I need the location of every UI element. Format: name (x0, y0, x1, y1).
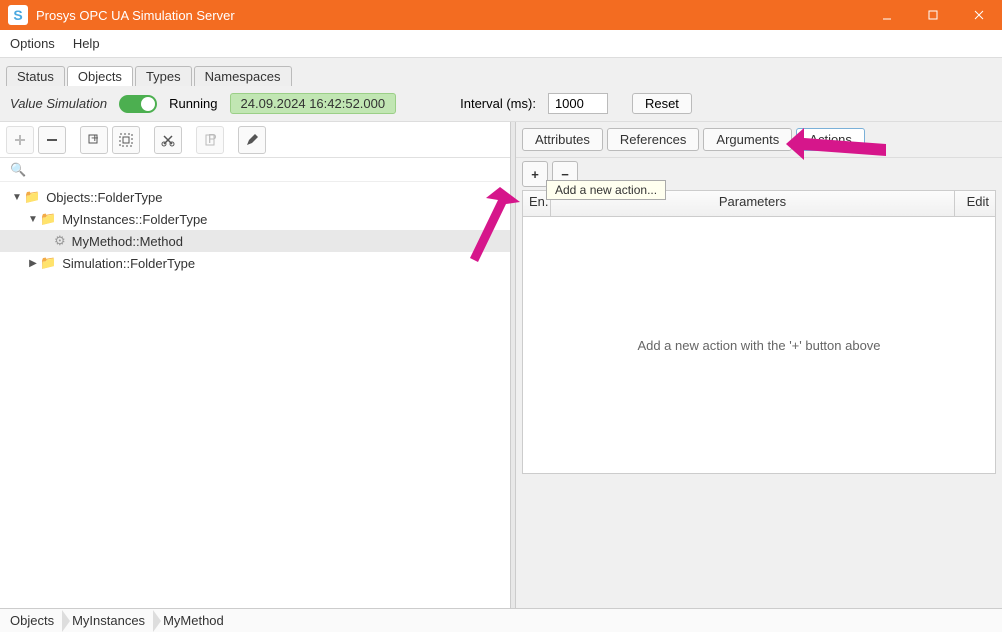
rtab-actions[interactable]: Actions (796, 128, 865, 151)
tree-view[interactable]: ▼ 📁 Objects::FolderType ▼ 📁 MyInstances:… (0, 182, 510, 608)
cut-button[interactable] (154, 126, 182, 154)
folder-icon: 📁 (40, 255, 56, 271)
interval-input[interactable] (548, 93, 608, 114)
copy-button[interactable]: + (80, 126, 108, 154)
tab-types[interactable]: Types (135, 66, 192, 86)
tree-item-label: Objects::FolderType (46, 190, 162, 205)
edit-button[interactable] (238, 126, 266, 154)
simulation-label: Value Simulation (10, 96, 107, 111)
tree-item-label: MyInstances::FolderType (62, 212, 207, 227)
simulation-timestamp: 24.09.2024 16:42:52.000 (230, 93, 397, 114)
breadcrumb-objects[interactable]: Objects (0, 610, 62, 632)
app-icon: S (8, 5, 28, 25)
minimize-button[interactable] (864, 0, 910, 30)
menu-bar: Options Help (0, 30, 1002, 58)
rtab-attributes[interactable]: Attributes (522, 128, 603, 151)
breadcrumb-bar: Objects MyInstances MyMethod (0, 608, 1002, 632)
right-tab-bar: Attributes References Arguments Actions (516, 122, 1002, 158)
tree-item-objects[interactable]: ▼ 📁 Objects::FolderType (0, 186, 510, 208)
search-icon: 🔍 (10, 162, 26, 178)
reset-button[interactable]: Reset (632, 93, 692, 114)
action-table-empty: Add a new action with the '+' button abo… (522, 216, 996, 474)
tab-namespaces[interactable]: Namespaces (194, 66, 292, 86)
breadcrumb-mymethod[interactable]: MyMethod (153, 610, 232, 632)
expand-icon[interactable]: ▼ (26, 214, 40, 225)
rtab-arguments[interactable]: Arguments (703, 128, 792, 151)
gear-icon: ⚙ (54, 233, 66, 249)
copy-ref-button[interactable] (112, 126, 140, 154)
tree-toolbar: + P (0, 122, 510, 158)
action-toolbar: + − Add a new action... (516, 158, 1002, 190)
menu-help[interactable]: Help (73, 36, 100, 51)
expand-icon[interactable]: ▶ (26, 258, 40, 269)
col-edit: Edit (955, 191, 995, 216)
window-title: Prosys OPC UA Simulation Server (36, 8, 864, 23)
tree-item-mymethod[interactable]: ⚙ MyMethod::Method (0, 230, 510, 252)
main-tab-bar: Status Objects Types Namespaces (0, 58, 1002, 86)
tab-objects[interactable]: Objects (67, 66, 133, 86)
tree-item-myinstances[interactable]: ▼ 📁 MyInstances::FolderType (0, 208, 510, 230)
folder-icon: 📁 (40, 211, 56, 227)
simulation-toggle[interactable] (119, 95, 157, 113)
search-input[interactable] (32, 162, 500, 177)
svg-text:P: P (208, 132, 217, 146)
tree-item-label: MyMethod::Method (72, 234, 183, 249)
folder-icon: 📁 (24, 189, 40, 205)
breadcrumb-myinstances[interactable]: MyInstances (62, 610, 153, 632)
title-bar: S Prosys OPC UA Simulation Server (0, 0, 1002, 30)
maximize-button[interactable] (910, 0, 956, 30)
tree-item-label: Simulation::FolderType (62, 256, 195, 271)
right-pane: Attributes References Arguments Actions … (516, 122, 1002, 608)
svg-text:+: + (91, 132, 99, 145)
rtab-references[interactable]: References (607, 128, 699, 151)
tab-status[interactable]: Status (6, 66, 65, 86)
add-action-button[interactable]: + (522, 161, 548, 187)
add-action-tooltip: Add a new action... (546, 180, 666, 200)
simulation-status: Running (169, 96, 217, 111)
add-node-button[interactable] (6, 126, 34, 154)
expand-icon[interactable]: ▼ (10, 192, 24, 203)
interval-label: Interval (ms): (460, 96, 536, 111)
remove-node-button[interactable] (38, 126, 66, 154)
empty-state-text: Add a new action with the '+' button abo… (637, 338, 880, 353)
left-pane: + P 🔍 ▼ 📁 Objects::FolderType ▼ 📁 (0, 122, 510, 608)
menu-options[interactable]: Options (10, 36, 55, 51)
search-row: 🔍 (0, 158, 510, 182)
tree-item-simulation[interactable]: ▶ 📁 Simulation::FolderType (0, 252, 510, 274)
close-button[interactable] (956, 0, 1002, 30)
paste-button[interactable]: P (196, 126, 224, 154)
simulation-row: Value Simulation Running 24.09.2024 16:4… (0, 86, 1002, 122)
